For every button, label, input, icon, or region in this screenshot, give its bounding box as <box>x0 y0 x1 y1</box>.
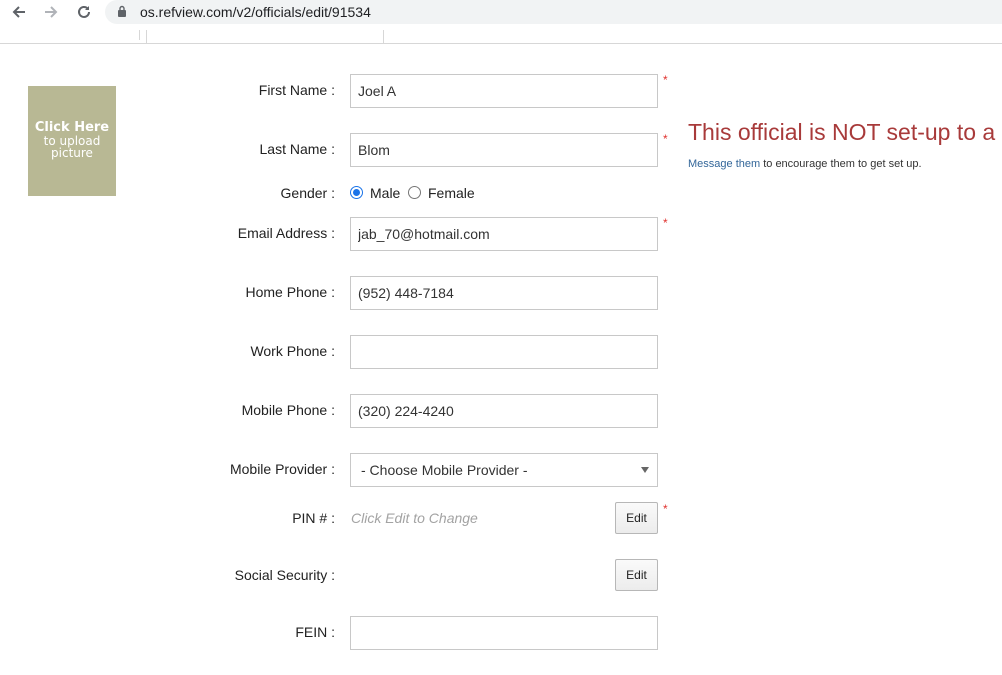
email-label: Email Address : <box>237 225 335 241</box>
mobile-provider-select[interactable]: - Choose Mobile Provider - <box>350 453 658 487</box>
required-marker: * <box>663 73 668 87</box>
chevron-down-icon <box>641 467 649 473</box>
tab-fragment <box>22 30 140 40</box>
setup-notice-text: Message them to encourage them to get se… <box>688 158 922 170</box>
mobile-phone-label: Mobile Phone : <box>241 402 335 418</box>
pin-hint: Click Edit to Change <box>351 510 478 526</box>
gender-male-label: Male <box>370 185 401 201</box>
reload-icon[interactable] <box>73 2 95 22</box>
home-phone-label: Home Phone : <box>245 284 336 300</box>
forward-arrow-icon[interactable] <box>40 2 62 22</box>
ssn-edit-button[interactable]: Edit <box>615 559 658 591</box>
fein-input[interactable] <box>350 616 658 650</box>
ssn-label: Social Security : <box>234 567 335 583</box>
required-marker: * <box>663 132 668 146</box>
gender-male-radio[interactable] <box>350 186 363 199</box>
required-marker: * <box>663 216 668 230</box>
gender-label: Gender : <box>280 185 335 201</box>
upload-title: Click Here <box>34 120 110 135</box>
mobile-provider-value: - Choose Mobile Provider - <box>361 462 528 478</box>
page-tab-strip <box>0 30 1002 44</box>
home-phone-input[interactable] <box>350 276 658 310</box>
setup-notice-suffix: to encourage them to get set up. <box>760 158 922 170</box>
gender-female-radio[interactable] <box>408 186 421 199</box>
gender-female-label: Female <box>428 185 475 201</box>
pin-label: PIN # : <box>292 510 335 526</box>
browser-toolbar: os.refview.com/v2/officials/edit/91534 <box>0 0 1002 25</box>
work-phone-label: Work Phone : <box>250 343 335 359</box>
work-phone-input[interactable] <box>350 335 658 369</box>
mobile-provider-label: Mobile Provider : <box>229 461 335 477</box>
last-name-input[interactable] <box>350 133 658 167</box>
required-marker: * <box>663 502 668 516</box>
url-text: os.refview.com/v2/officials/edit/91534 <box>140 4 371 20</box>
pin-edit-button[interactable]: Edit <box>615 502 658 534</box>
last-name-label: Last Name : <box>259 141 335 157</box>
tab-fragment <box>146 30 384 44</box>
message-them-link[interactable]: Message them <box>688 158 760 170</box>
fein-label: FEIN : <box>295 624 335 640</box>
email-input[interactable] <box>350 217 658 251</box>
first-name-label: First Name : <box>258 82 335 98</box>
setup-notice-title: This official is NOT set-up to a <box>688 119 996 145</box>
mobile-phone-input[interactable] <box>350 394 658 428</box>
back-arrow-icon[interactable] <box>8 2 30 22</box>
first-name-input[interactable] <box>350 74 658 108</box>
address-bar[interactable]: os.refview.com/v2/officials/edit/91534 <box>105 0 1002 24</box>
lock-icon <box>117 5 127 23</box>
